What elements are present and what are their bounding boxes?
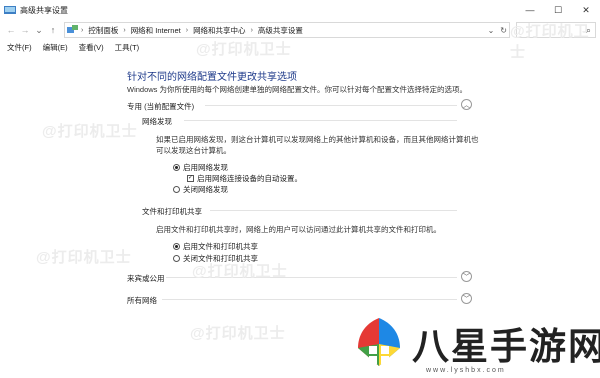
network-discovery-header: 网络发现 [142,117,172,126]
breadcrumb-advanced-sharing[interactable]: 高级共享设置 [258,25,303,36]
refresh-icon[interactable]: ↻ [500,26,507,35]
address-bar[interactable]: › 控制面板 › 网络和 Internet › 网络和共享中心 › 高级共享设置… [64,22,510,38]
watermark-text: @打印机卫士 [36,249,132,266]
watermark-text: @打印机卫士 [190,325,286,342]
brand-name: 八星手游网 [412,325,600,368]
chevron-down-icon[interactable]: ⌄ [488,26,495,35]
crumb-separator: › [250,26,253,34]
radio-label: 启用网络发现 [183,163,228,172]
guest-public-header[interactable]: 来宾或公用 [127,273,165,284]
watermark-text: @打印机卫士 [196,41,292,58]
window-title: 高级共享设置 [20,5,68,15]
radio-file-sharing-on[interactable]: 启用文件和打印机共享 [173,241,258,252]
chevron-down-icon[interactable]: ﹀ [461,271,472,282]
crumb-separator: › [185,26,189,34]
control-panel-icon [67,25,78,33]
network-settings-icon [4,6,16,14]
crumb-separator: › [123,26,126,34]
menu-edit[interactable]: 编辑(E) [43,42,68,53]
menu-tools[interactable]: 工具(T) [115,42,140,53]
radio-selected[interactable] [173,164,180,171]
minimize-button[interactable]: — [516,0,544,20]
radio-label: 关闭网络发现 [183,185,228,194]
maximize-button[interactable]: ☐ [544,0,572,20]
divider [210,210,457,211]
breadcrumb-network-sharing-center[interactable]: 网络和共享中心 [193,25,246,36]
checkbox-label: 启用网络连接设备的自动设置。 [197,174,302,183]
title-bar: 高级共享设置 — ☐ ✕ [0,0,600,20]
brand-url: www.lyshbx.com [426,367,506,374]
network-discovery-text-line2: 可以发现这台计算机。 [156,146,231,155]
close-button[interactable]: ✕ [572,0,600,20]
file-printer-sharing-header: 文件和打印机共享 [142,207,202,216]
site-watermark: 八星手游网 www.lyshbx.com [352,312,600,378]
address-actions: ⌄ ↻ [488,23,507,37]
network-discovery-text-line1: 如果已启用网络发现，则这台计算机可以发现网络上的其他计算机和设备，而且其他网络计… [156,135,479,144]
recent-locations-button[interactable]: ⌄ [32,22,46,38]
divider [205,105,457,106]
all-networks-header[interactable]: 所有网络 [127,295,157,306]
radio-unselected[interactable] [173,186,180,193]
divider [162,299,457,300]
menu-view[interactable]: 查看(V) [79,42,104,53]
chevron-up-icon[interactable]: ︿ [461,99,472,110]
forward-button[interactable]: → [18,22,32,38]
crumb-separator: › [81,26,84,34]
breadcrumb-control-panel[interactable]: 控制面板 [88,25,118,36]
back-button[interactable]: ← [4,22,18,38]
divider [184,120,457,121]
watermark-text: @打印机卫士 [42,123,138,140]
watermark-text: @打印机卫士 [192,263,288,280]
window-controls: — ☐ ✕ [516,0,600,20]
main-content: 针对不同的网络配置文件更改共享选项 Windows 为你所使用的每个网络创建单独… [0,54,600,348]
brand-logo-icon [358,318,400,366]
page-description: Windows 为你所使用的每个网络创建单独的网络配置文件。你可以针对每个配置文… [127,85,468,94]
breadcrumb-network-internet[interactable]: 网络和 Internet [131,25,181,36]
private-profile-header[interactable]: 专用 (当前配置文件) [127,101,194,112]
radio-label: 启用文件和打印机共享 [183,242,258,251]
page-title: 针对不同的网络配置文件更改共享选项 [127,72,297,83]
checkbox-auto-setup[interactable]: ✓ 启用网络连接设备的自动设置。 [187,173,302,184]
file-sharing-text: 启用文件和打印机共享时，网络上的用户可以访问通过此计算机共享的文件和打印机。 [156,225,441,234]
radio-unselected[interactable] [173,255,180,262]
radio-network-discovery-off[interactable]: 关闭网络发现 [173,184,228,195]
watermark-text: @打印机卫士 [510,23,590,61]
up-button[interactable]: ↑ [46,22,60,38]
radio-network-discovery-on[interactable]: 启用网络发现 [173,162,228,173]
radio-selected[interactable] [173,243,180,250]
checkbox-checked[interactable]: ✓ [187,175,194,182]
menu-file[interactable]: 文件(F) [7,42,32,53]
chevron-down-icon[interactable]: ﹀ [461,293,472,304]
